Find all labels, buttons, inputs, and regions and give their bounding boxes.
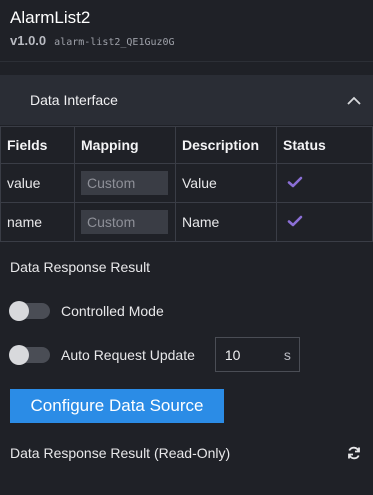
- mapping-cell: Custom: [74, 163, 176, 203]
- auto-request-label: Auto Request Update: [61, 346, 195, 363]
- toggle-knob: [9, 344, 29, 365]
- chevron-up-icon[interactable]: [345, 91, 363, 109]
- mapping-select[interactable]: Custom: [81, 210, 168, 234]
- component-header: AlarmList2 v1.0.0 alarm-list2_QE1Guz0G: [0, 0, 373, 62]
- controlled-mode-row: Controlled Mode: [0, 301, 373, 321]
- auto-request-row: Auto Request Update 10 s: [0, 337, 373, 372]
- interval-unit: s: [283, 346, 291, 363]
- check-icon: [287, 176, 303, 188]
- component-id: alarm-list2_QE1Guz0G: [54, 37, 175, 48]
- data-interface-header[interactable]: Data Interface: [0, 75, 373, 125]
- description-cell: Name: [175, 202, 277, 242]
- check-icon: [287, 215, 303, 227]
- auto-request-toggle[interactable]: [9, 344, 50, 365]
- data-interface-title: Data Interface: [30, 92, 118, 108]
- data-interface-table: Fields Mapping Description Status value …: [0, 126, 373, 242]
- table-header-row: Fields Mapping Description Status: [0, 126, 373, 164]
- controlled-mode-label: Controlled Mode: [61, 303, 164, 319]
- version-row: v1.0.0 alarm-list2_QE1Guz0G: [10, 33, 363, 48]
- interval-value: 10: [224, 346, 241, 363]
- status-cell: [276, 163, 373, 203]
- controlled-mode-toggle[interactable]: [9, 301, 50, 321]
- read-only-result-row: Data Response Result (Read-Only): [0, 438, 373, 468]
- column-header-description: Description: [175, 126, 277, 164]
- configure-data-source-button[interactable]: Configure Data Source: [10, 389, 224, 423]
- data-response-result-label: Data Response Result: [10, 258, 151, 275]
- mapping-select[interactable]: Custom: [81, 171, 168, 195]
- component-title: AlarmList2: [10, 8, 91, 27]
- description-cell: Value: [175, 163, 277, 203]
- toggle-knob: [9, 301, 29, 321]
- column-header-fields: Fields: [0, 126, 75, 164]
- column-header-status: Status: [276, 126, 373, 164]
- read-only-result-label: Data Response Result (Read-Only): [10, 445, 231, 461]
- column-header-mapping: Mapping: [74, 126, 176, 164]
- interval-input[interactable]: 10 s: [214, 337, 300, 372]
- refresh-icon[interactable]: [345, 444, 363, 462]
- field-cell: name: [0, 202, 75, 242]
- mapping-cell: Custom: [74, 202, 176, 242]
- status-cell: [276, 202, 373, 242]
- field-cell: value: [0, 163, 75, 203]
- table-row: value Custom Value: [0, 163, 373, 203]
- component-version: v1.0.0: [10, 33, 47, 48]
- table-row: name Custom Name: [0, 202, 373, 242]
